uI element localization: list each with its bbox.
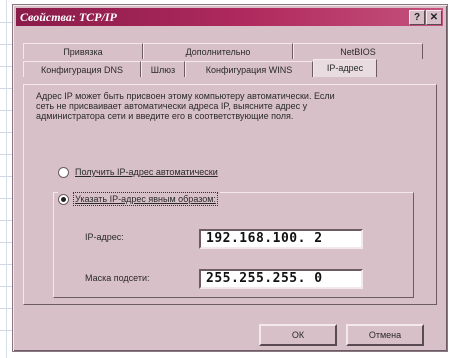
tab-ip-address[interactable]: IP-адрес: [313, 59, 377, 77]
dialog-title: Свойства: TCP/IP: [20, 10, 117, 24]
ip-address-label: IP-адрес:: [85, 232, 124, 242]
radio-manual-label[interactable]: Указать IP-адрес явным образом:: [73, 192, 218, 206]
radio-auto-row[interactable]: Получить IP-адрес автоматически: [58, 165, 218, 179]
tab-advanced[interactable]: Дополнительно: [143, 43, 293, 59]
title-bar[interactable]: Свойства: TCP/IP ? ✕: [16, 8, 443, 26]
radio-auto[interactable]: [58, 166, 69, 178]
ok-button[interactable]: ОК: [259, 324, 337, 346]
ip-address-input[interactable]: 192.168.100. 2: [199, 229, 363, 249]
subnet-mask-input[interactable]: 255.255.255. 0: [199, 269, 363, 289]
radio-auto-label[interactable]: Получить IP-адрес автоматически: [75, 167, 218, 177]
cancel-button[interactable]: Отмена: [346, 324, 424, 346]
tab-dns-config[interactable]: Конфигурация DNS: [23, 61, 141, 77]
close-button[interactable]: ✕: [426, 10, 442, 25]
tab-gateway[interactable]: Шлюз: [141, 61, 185, 77]
tab-row-top: Привязка Дополнительно NetBIOS: [23, 43, 423, 59]
radio-manual-row[interactable]: Указать IP-адрес явным образом:: [58, 192, 220, 206]
radio-manual[interactable]: [58, 193, 69, 205]
description-text: Адрес IP может быть присвоен этому компь…: [36, 91, 335, 121]
tab-wins-config[interactable]: Конфигурация WINS: [185, 61, 313, 77]
tab-binding[interactable]: Привязка: [23, 43, 143, 59]
tab-netbios[interactable]: NetBIOS: [293, 43, 423, 59]
tab-row-bottom: Конфигурация DNS Шлюз Конфигурация WINS …: [23, 59, 377, 77]
background-line: [6, 0, 7, 358]
help-button[interactable]: ?: [409, 10, 425, 25]
subnet-mask-label: Маска подсети:: [85, 273, 150, 283]
tcpip-properties-dialog: Свойства: TCP/IP ? ✕ Привязка Дополнител…: [12, 4, 448, 352]
